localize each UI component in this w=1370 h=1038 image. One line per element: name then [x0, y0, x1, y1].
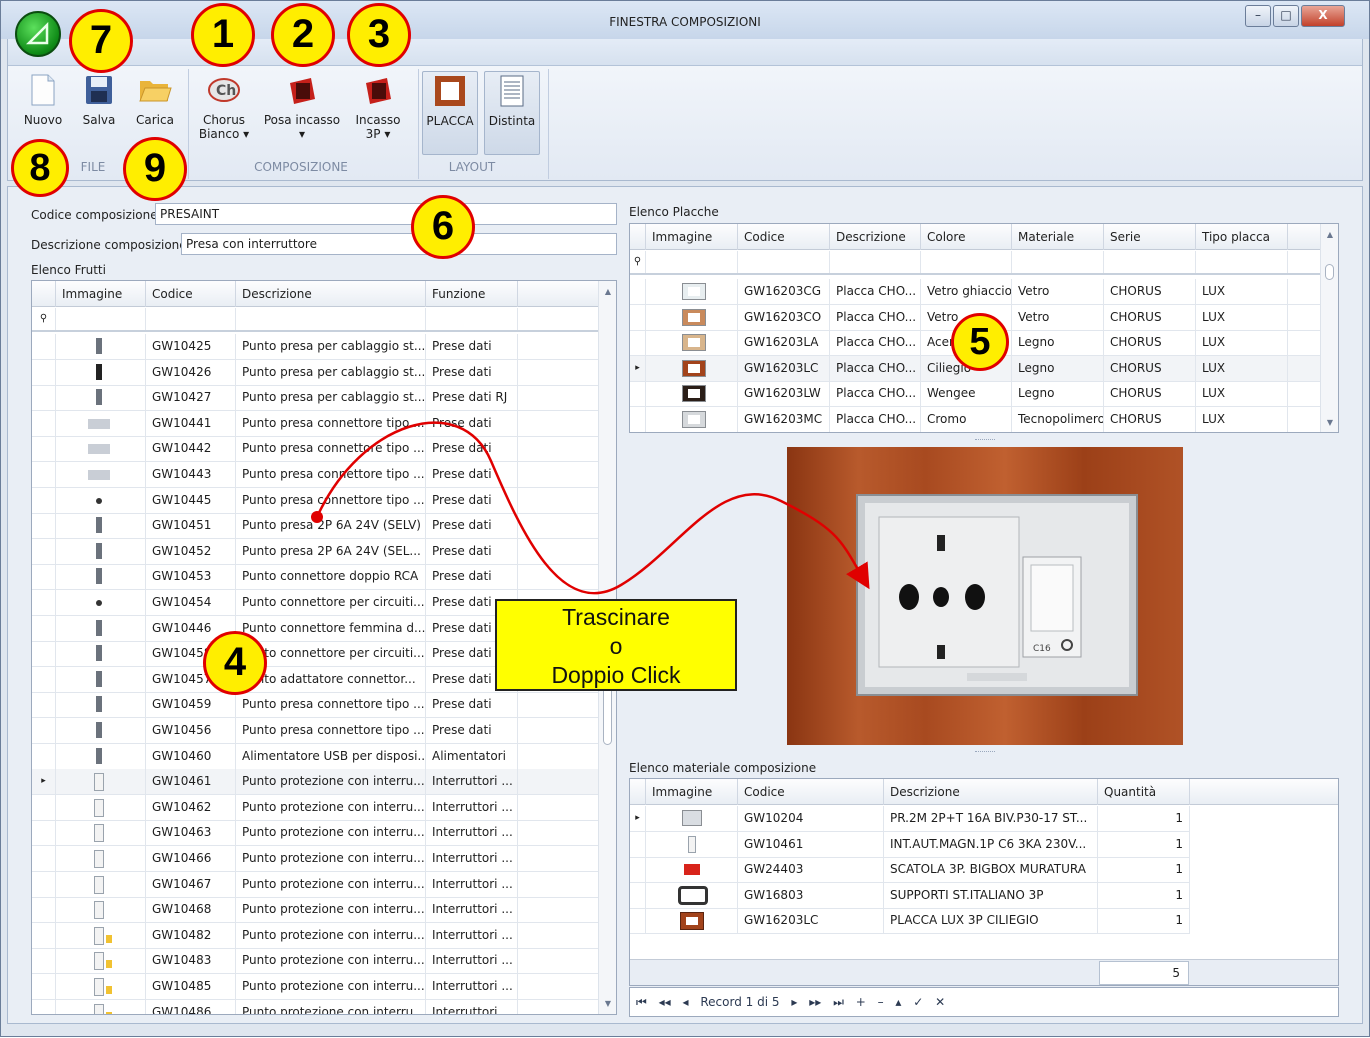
badge-7: 7: [69, 9, 133, 73]
drag-callout: Trascinare o Doppio Click: [495, 599, 737, 691]
callout-line-2: o: [609, 633, 623, 659]
drag-arrow-path: [315, 421, 870, 595]
badge-2: 2: [271, 3, 335, 67]
composizioni-window: FINESTRA COMPOSIZIONI – □ X Nuovo Salva: [0, 0, 1370, 1037]
drag-arrow-annotation: [311, 421, 870, 595]
badge-9: 9: [123, 137, 187, 201]
badge-8: 8: [11, 139, 69, 197]
callout-line-3: Doppio Click: [551, 662, 681, 688]
badge-3: 3: [347, 3, 411, 67]
badge-5: 5: [951, 313, 1009, 371]
badge-1: 1: [191, 3, 255, 67]
callout-line-1: Trascinare: [562, 604, 670, 630]
badge-4: 4: [203, 631, 267, 695]
badge-6: 6: [411, 195, 475, 259]
